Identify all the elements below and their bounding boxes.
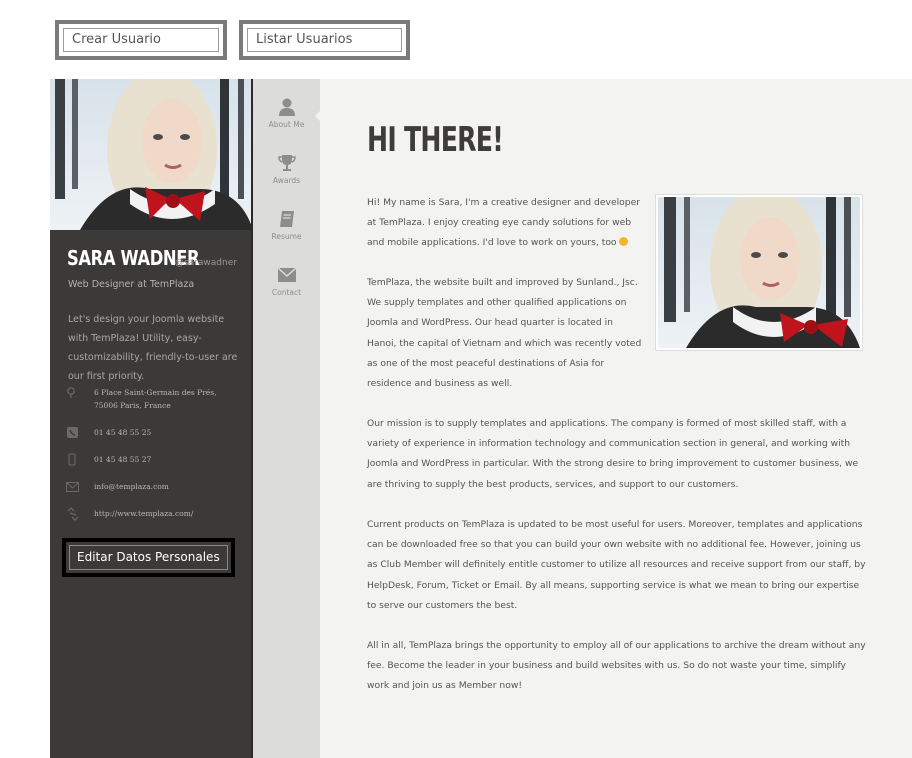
mobile-icon: [68, 453, 76, 466]
user-icon: [278, 98, 295, 116]
profile-handle: @sarawadner: [175, 258, 237, 268]
nav-item-about-me-label: About Me: [268, 120, 305, 129]
book-icon: [279, 211, 294, 227]
about-paragraph-3: Our mission is to supply templates and a…: [367, 418, 859, 490]
profile-photo: [50, 79, 253, 230]
contact-mobile-text: 01 45 48 55 27: [94, 455, 152, 464]
about-paragraph-1-text: Hi! My name is Sara, I'm a creative desi…: [367, 197, 641, 249]
nav-item-awards[interactable]: Awards: [253, 153, 320, 185]
envelope-icon: [277, 267, 296, 282]
content-photo: [655, 187, 863, 351]
smiley-icon: [619, 237, 629, 247]
nav-item-contact-label: Contact: [271, 288, 302, 297]
about-paragraph-1: Hi! My name is Sara, I'm a creative desi…: [367, 193, 643, 254]
profile-role: Web Designer at TemPlaza: [68, 279, 195, 290]
about-me-content: HI THERE! Hi! My name is Sara, I'm a cre…: [320, 79, 912, 758]
nav-item-resume-label: Resume: [271, 232, 302, 241]
contact-email-text[interactable]: info@templaza.com: [94, 480, 234, 493]
profile-sidebar: SARA WADNER @sarawadner Web Designer at …: [50, 79, 253, 758]
phone-icon: [67, 427, 78, 438]
profile-bio: Let's design your Joomla website with Te…: [68, 314, 238, 382]
nav-item-about-me[interactable]: About Me: [253, 97, 320, 129]
edit-personal-data-label: Editar Datos Personales: [69, 545, 228, 570]
nav-item-awards-label: Awards: [272, 176, 301, 185]
create-user-label: Crear Usuario: [63, 28, 219, 52]
nav-item-contact[interactable]: Contact: [253, 265, 320, 297]
edit-personal-data-button[interactable]: Editar Datos Personales: [62, 538, 235, 577]
mail-icon: [66, 482, 79, 492]
create-user-button[interactable]: Crear Usuario: [55, 20, 227, 60]
section-nav: About Me Awards Resume Contact: [253, 79, 323, 758]
about-paragraph-2: TemPlaza, the website built and improved…: [367, 277, 642, 390]
about-paragraph-4: Current products on TemPlaza is updated …: [367, 519, 866, 611]
link-icon: [67, 507, 79, 521]
resume-page: SARA WADNER @sarawadner Web Designer at …: [50, 79, 912, 758]
list-users-label: Listar Usuarios: [247, 28, 402, 52]
trophy-icon: [277, 155, 296, 171]
location-icon: [67, 387, 75, 398]
about-paragraph-5: All in all, TemPlaza brings the opportun…: [367, 640, 866, 692]
nav-item-resume[interactable]: Resume: [253, 209, 320, 241]
contact-website-text[interactable]: http://www.templaza.com/: [94, 507, 234, 520]
contact-address-text: 6 Place Saint-Germain des Prés, 75006 Pa…: [94, 388, 217, 410]
contact-phone-text: 01 45 48 55 25: [94, 428, 152, 437]
page-title: HI THERE!: [367, 120, 504, 160]
list-users-button[interactable]: Listar Usuarios: [239, 20, 410, 60]
